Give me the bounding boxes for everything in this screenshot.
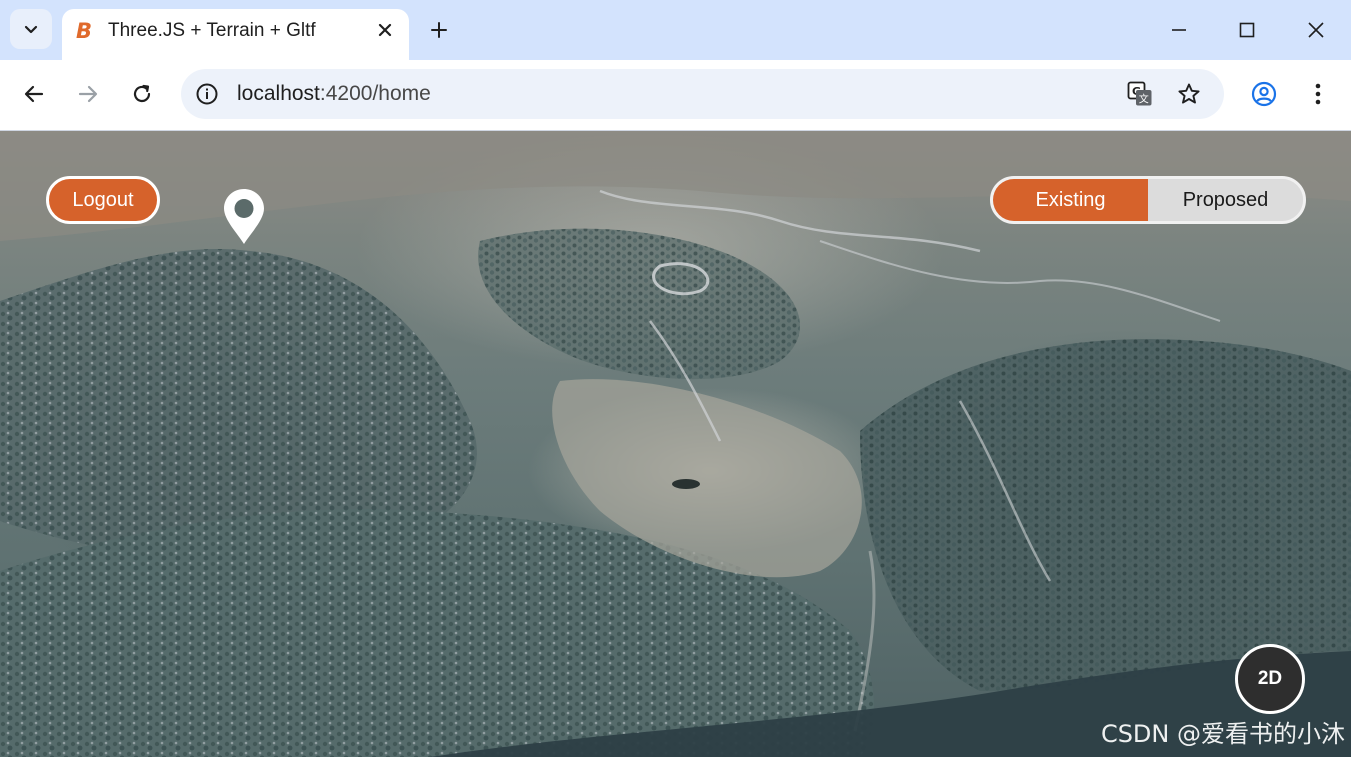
close-window-button[interactable] <box>1300 14 1332 46</box>
toggle-existing[interactable]: Existing <box>993 179 1148 221</box>
back-button[interactable] <box>17 77 51 111</box>
chevron-down-icon <box>24 25 38 34</box>
url-host: localhost <box>237 82 320 105</box>
star-icon <box>1178 83 1200 104</box>
reload-button[interactable] <box>125 77 159 111</box>
reload-icon <box>133 84 151 103</box>
toggle-proposed[interactable]: Proposed <box>1148 179 1303 221</box>
tab-close-button[interactable] <box>375 20 395 40</box>
translate-button[interactable]: G 文 <box>1127 81 1153 107</box>
translate-icon: G 文 <box>1127 81 1152 106</box>
watermark-text: CSDN @爱看书的小沐 <box>1100 720 1345 748</box>
map-pin-icon[interactable] <box>221 187 267 247</box>
minimize-icon <box>1172 29 1186 31</box>
terrain-scene <box>0 131 1351 757</box>
close-icon <box>378 23 392 37</box>
view-mode-2d-button[interactable]: 2D <box>1235 644 1305 714</box>
tab-favicon-icon: B <box>76 19 93 43</box>
tab-strip: B Three.JS + Terrain + Gltf <box>0 0 1351 60</box>
url-text[interactable]: localhost:4200/home <box>237 82 431 106</box>
close-icon <box>1308 22 1324 38</box>
svg-text:文: 文 <box>1139 93 1149 106</box>
minimize-button[interactable] <box>1163 14 1195 46</box>
info-icon[interactable] <box>195 82 219 106</box>
arrow-left-icon <box>24 85 44 103</box>
browser-tab-active[interactable]: B Three.JS + Terrain + Gltf <box>62 9 409 60</box>
terrain-viewport[interactable]: Logout Existing Proposed 2D CSDN @爱看书的小沐 <box>0 131 1351 757</box>
logout-button[interactable]: Logout <box>46 176 160 224</box>
address-bar[interactable]: localhost:4200/home G 文 <box>181 69 1224 119</box>
browser-menu-button[interactable] <box>1301 77 1335 111</box>
tab-search-button[interactable] <box>10 9 52 49</box>
tab-title: Three.JS + Terrain + Gltf <box>108 20 316 41</box>
kebab-menu-icon <box>1315 83 1321 105</box>
forward-button[interactable] <box>71 77 105 111</box>
scenario-toggle: Existing Proposed <box>990 176 1306 224</box>
bookmark-button[interactable] <box>1176 81 1202 107</box>
profile-button[interactable] <box>1247 77 1281 111</box>
arrow-right-icon <box>78 85 98 103</box>
profile-icon <box>1251 81 1277 107</box>
url-path: :4200/home <box>319 82 431 105</box>
maximize-icon <box>1239 22 1255 38</box>
new-tab-button[interactable] <box>424 15 454 45</box>
maximize-button[interactable] <box>1231 14 1263 46</box>
browser-toolbar: localhost:4200/home G 文 <box>0 60 1351 131</box>
plus-icon <box>431 22 447 38</box>
